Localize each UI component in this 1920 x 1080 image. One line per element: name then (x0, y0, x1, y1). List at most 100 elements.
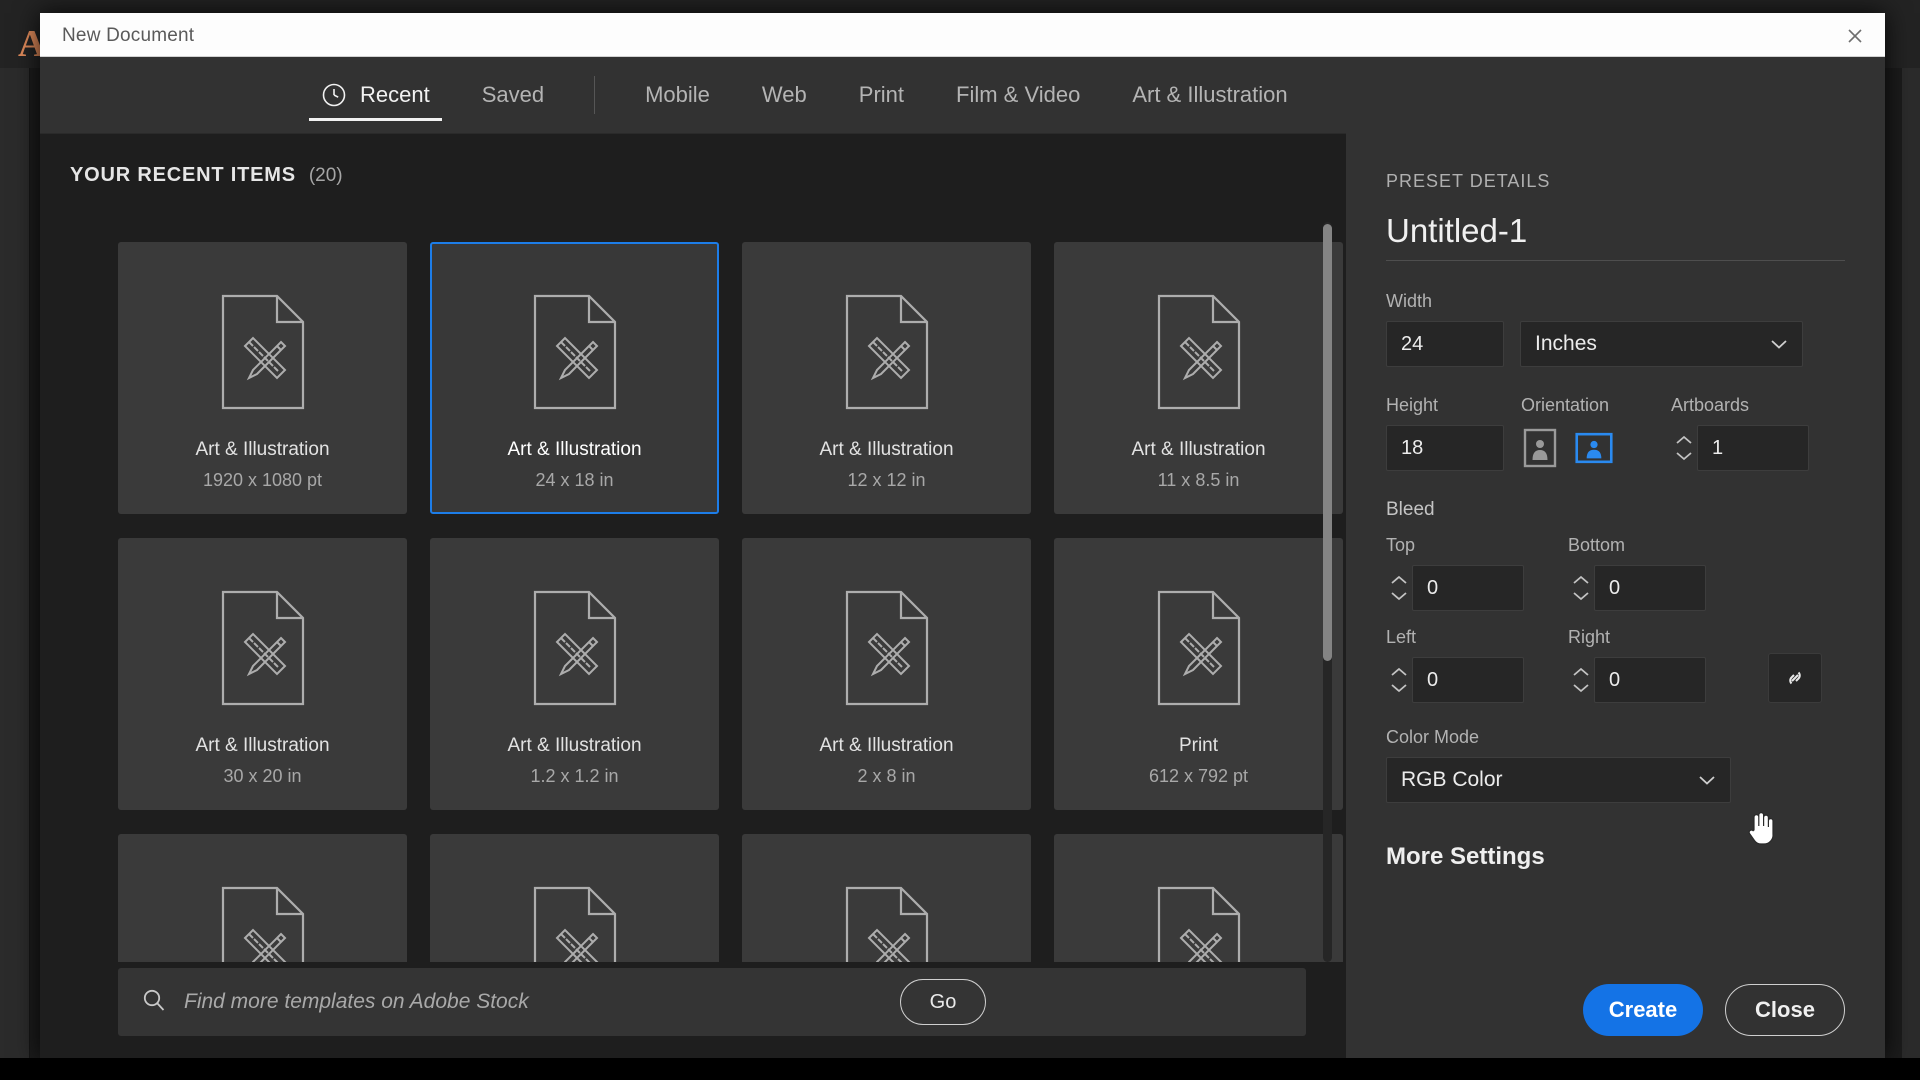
link-icon[interactable] (1768, 653, 1822, 703)
recent-item-card[interactable]: Print 612 x 792 pt (1054, 538, 1343, 810)
bleed-bottom-stepper[interactable] (1568, 565, 1750, 611)
bleed-bottom-stepper-arrows[interactable] (1568, 565, 1594, 611)
recent-item-card[interactable]: Art & Illustration 24 x 18 in (430, 242, 719, 514)
recent-item-title: Art & Illustration (819, 735, 954, 756)
tab-divider (594, 76, 596, 114)
bleed-top-stepper[interactable] (1386, 565, 1568, 611)
recent-item-card[interactable] (430, 834, 719, 962)
color-mode-select[interactable]: RGB Color (1386, 757, 1731, 803)
recent-item-card[interactable]: Art & Illustration 2 x 8 in (742, 538, 1031, 810)
tab-saved[interactable]: Saved (456, 57, 570, 133)
document-artwork-icon (839, 292, 935, 417)
bleed-top-input[interactable] (1412, 565, 1524, 611)
artboards-stepper[interactable] (1671, 425, 1809, 471)
recent-item-title: Art & Illustration (507, 439, 642, 460)
preset-category-tabs: Recent Saved Mobile Web Print Film & Vid… (40, 57, 1885, 133)
artboards-stepper-arrows[interactable] (1671, 425, 1697, 471)
document-artwork-icon (527, 588, 623, 713)
document-artwork-icon (221, 294, 304, 410)
color-mode-section: Color Mode RGB Color (1386, 727, 1845, 803)
recent-items-count: (20) (308, 165, 343, 186)
tab-film-and-video[interactable]: Film & Video (930, 57, 1106, 133)
document-artwork-icon (1151, 292, 1247, 417)
recent-item-title: Art & Illustration (1131, 439, 1266, 460)
height-input[interactable] (1386, 425, 1504, 471)
recent-items-panel: YOUR RECENT ITEMS (20) Art & Illustratio… (40, 133, 1346, 1058)
tab-label: Film & Video (956, 82, 1081, 107)
chevron-down-icon (1391, 592, 1407, 601)
document-name-input[interactable] (1386, 212, 1845, 261)
recent-item-title: Print (1178, 735, 1219, 756)
chevron-down-icon (1391, 684, 1407, 693)
document-artwork-icon (1151, 884, 1247, 962)
search-input[interactable] (184, 990, 900, 1014)
search-go-button[interactable]: Go (900, 979, 986, 1025)
tab-web[interactable]: Web (736, 57, 833, 133)
new-document-dialog: New Document Recent Saved Mobile Web Pri… (40, 13, 1885, 1058)
bleed-right-input[interactable] (1594, 657, 1706, 703)
close-button[interactable]: Close (1725, 984, 1845, 1036)
recent-item-card[interactable]: Art & Illustration 30 x 20 in (118, 538, 407, 810)
recent-item-title: Art & Illustration (195, 439, 330, 460)
document-artwork-icon (1151, 588, 1247, 713)
recent-item-card[interactable]: Art & Illustration 1.2 x 1.2 in (430, 538, 719, 810)
recent-item-card[interactable] (1054, 834, 1343, 962)
tab-print[interactable]: Print (833, 57, 930, 133)
document-artwork-icon (1157, 590, 1240, 706)
bleed-right-stepper-arrows[interactable] (1568, 657, 1594, 703)
chevron-down-icon (1573, 684, 1589, 693)
document-artwork-icon (527, 292, 623, 417)
chevron-down-icon (1770, 332, 1788, 356)
dialog-titlebar: New Document (40, 13, 1885, 57)
tab-label: Art & Illustration (1132, 82, 1288, 107)
recent-item-card[interactable] (118, 834, 407, 962)
recent-item-card[interactable]: Art & Illustration 12 x 12 in (742, 242, 1031, 514)
tab-label: Recent (360, 82, 430, 107)
tab-label: Mobile (645, 82, 710, 107)
width-input[interactable] (1386, 321, 1504, 367)
tab-art-and-illustration[interactable]: Art & Illustration (1106, 57, 1313, 133)
recent-item-size: 30 x 20 in (223, 766, 302, 786)
scrollbar-thumb[interactable] (1323, 224, 1332, 661)
recent-item-size: 1.2 x 1.2 in (530, 766, 619, 786)
recent-item-card[interactable]: Art & Illustration 11 x 8.5 in (1054, 242, 1343, 514)
bleed-section: Bleed Top 0 Bottom 0 Left 0 Right 0 (1386, 499, 1845, 703)
app-panels-rail (1902, 68, 1920, 1080)
recent-item-size: 11 x 8.5 in (1157, 470, 1240, 490)
document-artwork-icon (215, 884, 311, 962)
recent-item-size: 12 x 12 in (847, 470, 926, 490)
recent-item-size: 1920 x 1080 pt (202, 470, 323, 490)
landscape-orientation-icon[interactable] (1575, 427, 1613, 469)
hoa-labels-row: Height Orientation Artboards (1386, 395, 1845, 425)
color-mode-label: Color Mode (1386, 727, 1480, 747)
bleed-left-stepper[interactable] (1386, 657, 1568, 703)
recent-item-card[interactable]: Art & Illustration 1920 x 1080 pt (118, 242, 407, 514)
recent-item-title: Art & Illustration (195, 735, 330, 756)
bleed-bottom-cell: Bottom (1568, 535, 1750, 611)
bleed-right-cell: Right (1568, 627, 1750, 703)
bleed-top-stepper-arrows[interactable] (1386, 565, 1412, 611)
tab-mobile[interactable]: Mobile (619, 57, 736, 133)
tab-recent[interactable]: Recent (295, 57, 456, 133)
document-artwork-icon (221, 886, 304, 962)
preset-details-panel: PRESET DETAILS Width Inches (1346, 133, 1885, 1058)
app-tools-rail (0, 68, 30, 1080)
close-icon[interactable] (1841, 22, 1869, 50)
recent-items-scrollbar[interactable] (1323, 222, 1332, 962)
dialog-title: New Document (62, 25, 195, 46)
create-button[interactable]: Create (1583, 984, 1703, 1036)
dialog-action-buttons: Create Close (1583, 984, 1845, 1036)
artboards-input[interactable] (1697, 425, 1809, 471)
bleed-left-input[interactable] (1412, 657, 1524, 703)
document-artwork-icon (839, 884, 935, 962)
bleed-right-stepper[interactable] (1568, 657, 1750, 703)
more-settings-button[interactable]: More Settings (1386, 843, 1845, 871)
width-label: Width (1386, 291, 1433, 311)
units-select[interactable]: Inches (1520, 321, 1803, 367)
recent-item-size: 2 x 8 in (857, 766, 916, 786)
portrait-orientation-icon[interactable] (1521, 427, 1559, 469)
bleed-left-stepper-arrows[interactable] (1386, 657, 1412, 703)
bleed-bottom-input[interactable] (1594, 565, 1706, 611)
document-artwork-icon (533, 294, 616, 410)
recent-item-card[interactable] (742, 834, 1031, 962)
